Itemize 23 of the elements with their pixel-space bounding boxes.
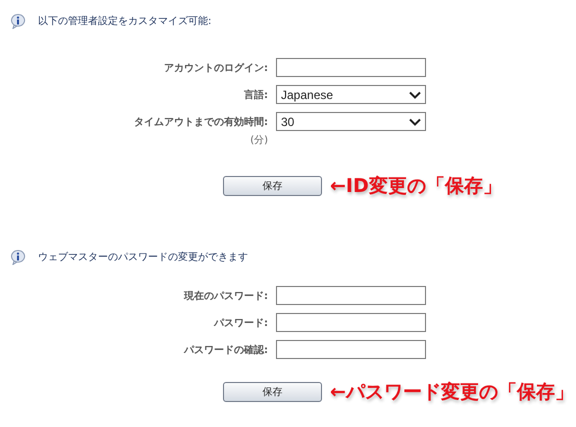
field-label: タイムアウトまでの有効時間: bbox=[134, 116, 268, 129]
annotation: ←ID変更の「保存」 bbox=[330, 174, 502, 199]
login-field[interactable] bbox=[276, 58, 426, 77]
field-label: パスワード: bbox=[214, 317, 268, 330]
info-icon bbox=[10, 13, 26, 29]
field-label: 言語: bbox=[244, 88, 268, 102]
save-button[interactable]: 保存 bbox=[223, 176, 322, 196]
dropdown[interactable]: 30 bbox=[276, 112, 426, 131]
unit-label: (分) bbox=[250, 134, 268, 147]
annotation: ←パスワード変更の「保存」 bbox=[330, 380, 574, 405]
password-field[interactable] bbox=[276, 286, 426, 305]
info-text: 以下の管理者設定をカスタマイズ可能: bbox=[38, 14, 212, 28]
field-label: アカウントのログイン: bbox=[164, 62, 268, 75]
chevron-icon bbox=[409, 118, 421, 126]
password-field[interactable] bbox=[276, 313, 426, 332]
field-label: パスワードの確認: bbox=[184, 344, 268, 357]
save-button[interactable]: 保存 bbox=[223, 382, 322, 402]
dropdown[interactable]: Japanese bbox=[276, 85, 426, 104]
password-field[interactable] bbox=[276, 340, 426, 359]
info-text: ウェブマスターのパスワードの変更ができます bbox=[38, 250, 248, 264]
info-icon bbox=[10, 249, 26, 265]
chevron-icon bbox=[409, 90, 421, 98]
field-label: 現在のパスワード: bbox=[184, 290, 268, 303]
